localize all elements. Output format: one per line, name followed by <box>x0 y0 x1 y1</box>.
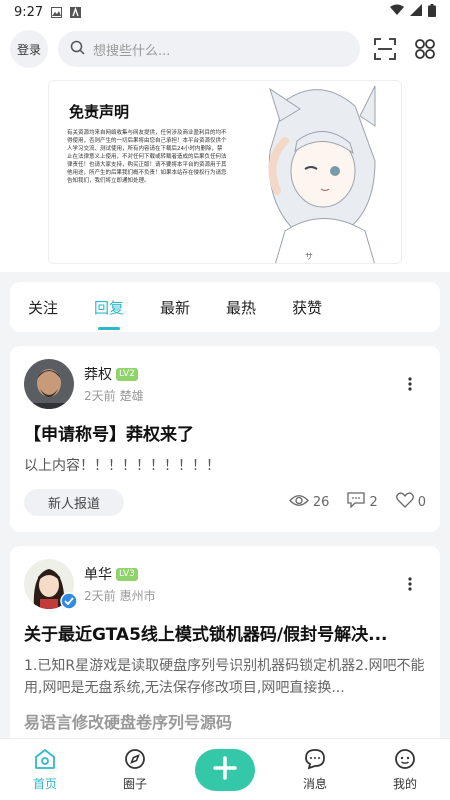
compass-icon <box>124 748 146 773</box>
nav-home-label: 首页 <box>32 776 57 791</box>
add-post-button[interactable] <box>195 748 255 791</box>
tab-latest[interactable]: 最新 <box>160 297 190 318</box>
topic-tag[interactable]: 新人报道 <box>24 488 125 516</box>
post-subtitle[interactable]: 易语言修改硬盘卷序列号源码 <box>24 709 426 733</box>
nav-messages-label: 消息 <box>302 776 327 791</box>
nav-messages[interactable]: 消息 <box>285 748 345 792</box>
plus-icon <box>212 755 238 785</box>
post-card[interactable]: 莽权 LV2 2天前 楚雄 【申请称号】莽权来了 以上内容！！！！！！！！！！ … <box>10 346 440 532</box>
status-time: 9:27 <box>14 4 44 20</box>
signal-icon <box>410 4 422 20</box>
tab-hottest[interactable]: 最热 <box>226 297 256 318</box>
comment-count[interactable]: 2 <box>347 492 378 512</box>
disclaimer-banner[interactable]: 免责声明 有关资源均来自网络收集与网友提供，任何涉及商业盈利目的均不得使用，否则… <box>48 80 402 264</box>
post-title[interactable]: 【申请称号】莽权来了 <box>24 420 426 445</box>
nav-circles[interactable]: 圈子 <box>105 748 165 792</box>
post-card[interactable]: 单华 LV3 2天前 惠州市 关于最近GTA5线上模式锁机器码/假封号解决...… <box>10 546 440 746</box>
banner-section: 免责声明 有关资源均来自网络收集与网友提供，任何涉及商业盈利目的均不得使用，否则… <box>0 74 450 272</box>
more-options-icon[interactable] <box>402 376 418 392</box>
eye-icon <box>288 494 309 511</box>
image-notification-icon <box>51 6 63 18</box>
app-notification-icon <box>70 6 82 18</box>
nav-profile-label: 我的 <box>392 776 417 791</box>
svg-text:サ: サ <box>305 252 313 261</box>
comment-icon <box>347 492 366 512</box>
search-placeholder: 想搜些什么... <box>93 43 171 59</box>
verified-badge-icon <box>60 592 78 614</box>
home-icon <box>34 748 56 773</box>
login-button[interactable]: 登录 <box>10 30 48 68</box>
like-count-value: 0 <box>417 494 426 510</box>
level-badge: LV2 <box>116 367 138 381</box>
view-count: 26 <box>288 494 330 511</box>
scan-icon[interactable] <box>370 34 400 64</box>
more-options-icon[interactable] <box>402 576 418 592</box>
post-body[interactable]: 以上内容！！！！！！！！！！ <box>24 455 426 477</box>
avatar[interactable] <box>24 359 74 409</box>
apps-grid-icon[interactable] <box>410 34 440 64</box>
post-body[interactable]: 1.已知R星游戏是读取硬盘序列号识别机器码锁定机器2.网吧不能用,网吧是无盘系统… <box>24 655 426 699</box>
battery-icon <box>428 3 436 21</box>
profile-face-icon <box>394 748 416 773</box>
comment-count-value: 2 <box>369 494 378 510</box>
bottom-navigation: 首页 圈子 消息 我的 <box>0 738 450 800</box>
tab-liked[interactable]: 获赞 <box>292 297 322 318</box>
search-input[interactable]: 想搜些什么... <box>58 31 360 67</box>
post-time: 2天前 <box>84 589 116 603</box>
heart-icon <box>395 492 414 512</box>
like-count[interactable]: 0 <box>395 492 426 512</box>
nav-circles-label: 圈子 <box>122 776 147 791</box>
category-tabs: 关注 回复 最新 最热 获赞 <box>10 282 440 332</box>
nav-home[interactable]: 首页 <box>15 748 75 792</box>
post-title[interactable]: 关于最近GTA5线上模式锁机器码/假封号解决... <box>24 620 426 645</box>
top-bar: 登录 想搜些什么... <box>0 24 450 74</box>
tab-follow[interactable]: 关注 <box>28 297 58 318</box>
status-bar: 9:27 <box>0 0 450 24</box>
tab-reply[interactable]: 回复 <box>94 297 124 318</box>
banner-title: 免责声明 <box>69 103 130 121</box>
post-location: 楚雄 <box>119 389 144 403</box>
level-badge: LV3 <box>116 567 138 581</box>
wifi-icon <box>390 4 404 20</box>
author-name[interactable]: 单华 <box>84 564 112 584</box>
post-location: 惠州市 <box>119 589 156 603</box>
chat-bubble-icon <box>304 748 326 773</box>
search-icon <box>70 40 85 59</box>
view-count-value: 26 <box>312 494 330 510</box>
nav-profile[interactable]: 我的 <box>375 748 435 792</box>
post-time: 2天前 <box>84 389 116 403</box>
author-name[interactable]: 莽权 <box>84 364 112 384</box>
anime-illustration: サ <box>268 85 376 263</box>
banner-body: 有关资源均来自网络收集与网友提供，任何涉及商业盈利目的均不得使用，否则产生的一切… <box>67 130 227 184</box>
